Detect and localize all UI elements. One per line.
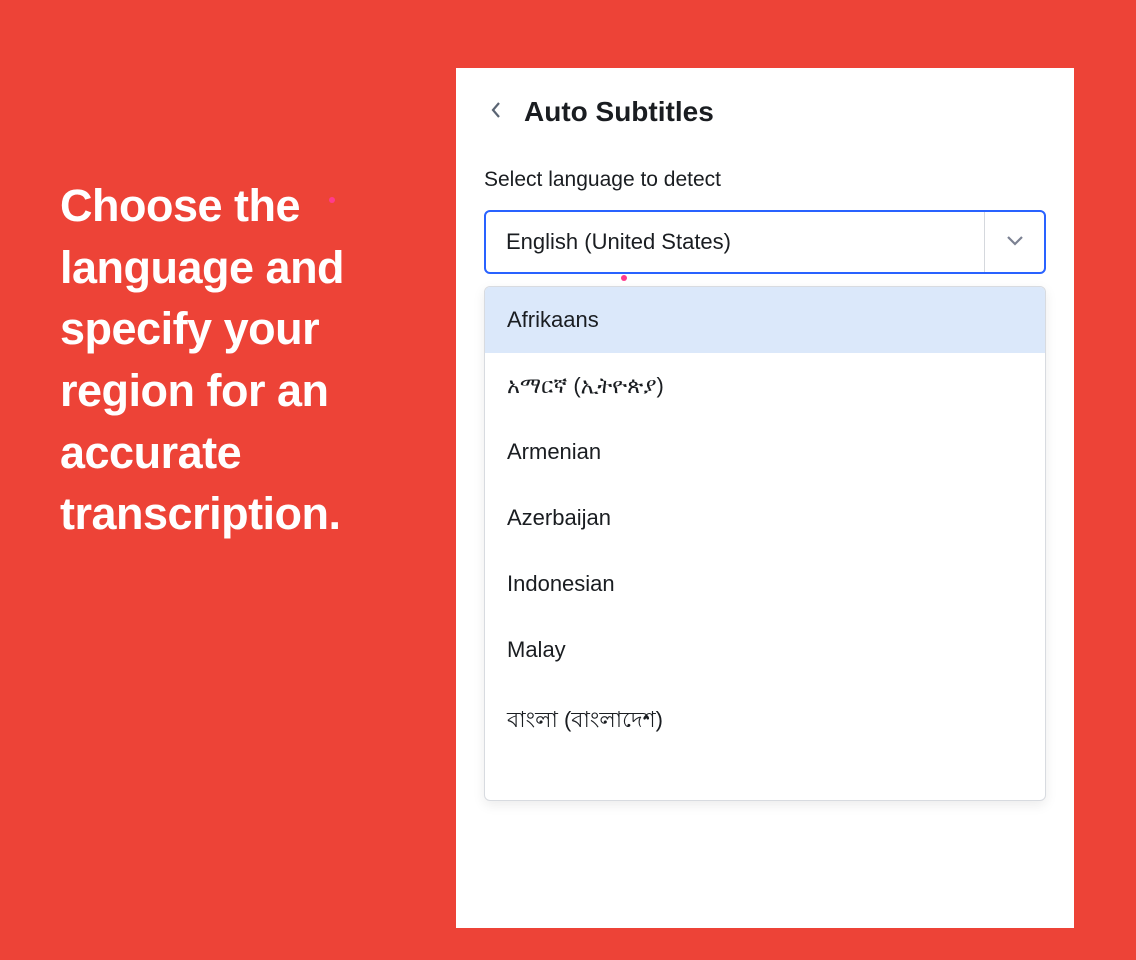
language-option[interactable]: Azerbaijan <box>485 485 1045 551</box>
panel-header: Auto Subtitles <box>456 68 1074 128</box>
language-option[interactable]: አማርኛ (ኢትዮጵያ) <box>485 353 1045 419</box>
language-select-value: English (United States) <box>506 229 984 255</box>
panel-title: Auto Subtitles <box>524 96 714 128</box>
language-option[interactable]: Afrikaans <box>485 287 1045 353</box>
language-select-wrapper: English (United States) Afrikaansአማርኛ (ኢ… <box>484 210 1046 274</box>
back-button[interactable] <box>484 100 508 124</box>
annotation-dot <box>621 275 627 281</box>
language-field-label: Select language to detect <box>484 168 1046 192</box>
language-dropdown-menu: Afrikaansአማርኛ (ኢትዮጵያ)ArmenianAzerbaijanI… <box>484 286 1046 801</box>
annotation-dot <box>329 197 335 203</box>
language-option[interactable]: Armenian <box>485 419 1045 485</box>
chevron-down-icon <box>1006 233 1024 251</box>
panel-body: Select language to detect English (Unite… <box>456 128 1074 274</box>
subtitles-panel: Auto Subtitles Select language to detect… <box>456 68 1074 928</box>
instruction-text: Choose the language and specify your reg… <box>60 175 430 545</box>
language-select-indicator <box>984 212 1044 272</box>
chevron-left-icon <box>491 101 501 124</box>
language-option[interactable]: বাংলা (বাংলাদেশ) <box>485 683 1045 760</box>
language-select[interactable]: English (United States) <box>484 210 1046 274</box>
language-option[interactable]: Malay <box>485 617 1045 683</box>
language-option[interactable]: Indonesian <box>485 551 1045 617</box>
